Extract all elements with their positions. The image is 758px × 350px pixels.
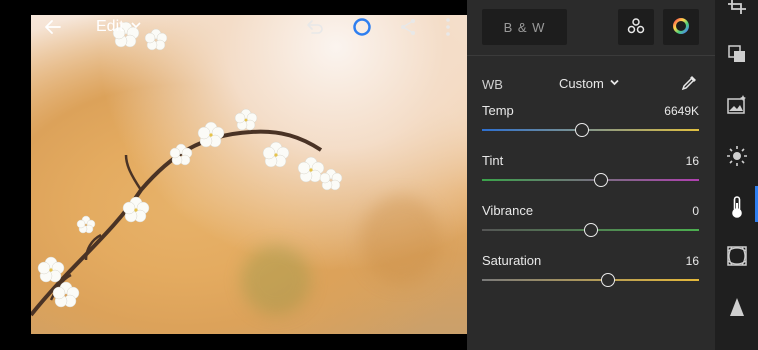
wb-preset-value: Custom [559,76,604,91]
slider-thumb[interactable] [600,273,615,287]
edited-photo[interactable] [31,15,467,334]
slider-value: 16 [685,154,699,168]
photo-viewport: Edit [0,0,467,350]
share-icon[interactable] [395,14,421,40]
slider-thumb[interactable] [574,123,589,137]
color-mix-button[interactable] [663,9,699,45]
vertical-dots-icon[interactable] [437,14,459,40]
slider-label: Vibrance [482,203,534,218]
light-color-panel: B & W WB Custom Temp 6649K Tint 16 Vibra… [467,0,715,350]
wb-label: WB [482,77,503,92]
slider-label: Saturation [482,253,542,268]
panel-divider [467,55,715,56]
color-wheel-icon [671,16,691,39]
slider-thumb[interactable] [583,223,598,237]
wb-preset-dropdown[interactable]: Custom [559,76,620,91]
slider-track[interactable] [482,179,699,181]
chevron-down-icon [130,18,142,36]
crop-icon[interactable] [715,0,758,14]
edit-toolbar: Edit [0,0,467,55]
slider-label: Temp [482,103,514,118]
tool-rail [715,0,758,350]
slider-value: 6649K [664,104,699,118]
chevron-down-icon [609,76,620,91]
ring-icon[interactable] [349,14,375,40]
blossom-branch [31,21,343,317]
slider-value: 16 [685,254,699,268]
slider-track[interactable] [482,279,699,281]
three-circles-icon [626,16,646,39]
edit-title: Edit [96,18,124,35]
vignette-frame-icon[interactable] [715,245,758,267]
bw-label: B & W [503,19,546,35]
slider-track[interactable] [482,129,699,131]
presets-button[interactable] [618,9,654,45]
sun-icon[interactable] [715,145,758,167]
bw-button[interactable]: B & W [482,9,567,45]
triangle-icon[interactable] [715,297,758,317]
slider-thumb[interactable] [594,173,609,187]
undo-icon[interactable] [301,14,327,40]
layers-icon[interactable] [715,44,758,64]
thermometer-icon[interactable] [715,195,758,219]
slider-label: Tint [482,153,504,168]
slider-value: 0 [692,204,699,218]
eyedropper-icon[interactable] [679,73,699,98]
image-sparkle-icon[interactable] [715,94,758,116]
arrow-left-icon[interactable] [40,14,66,40]
edit-mode-selector[interactable]: Edit [96,18,142,36]
